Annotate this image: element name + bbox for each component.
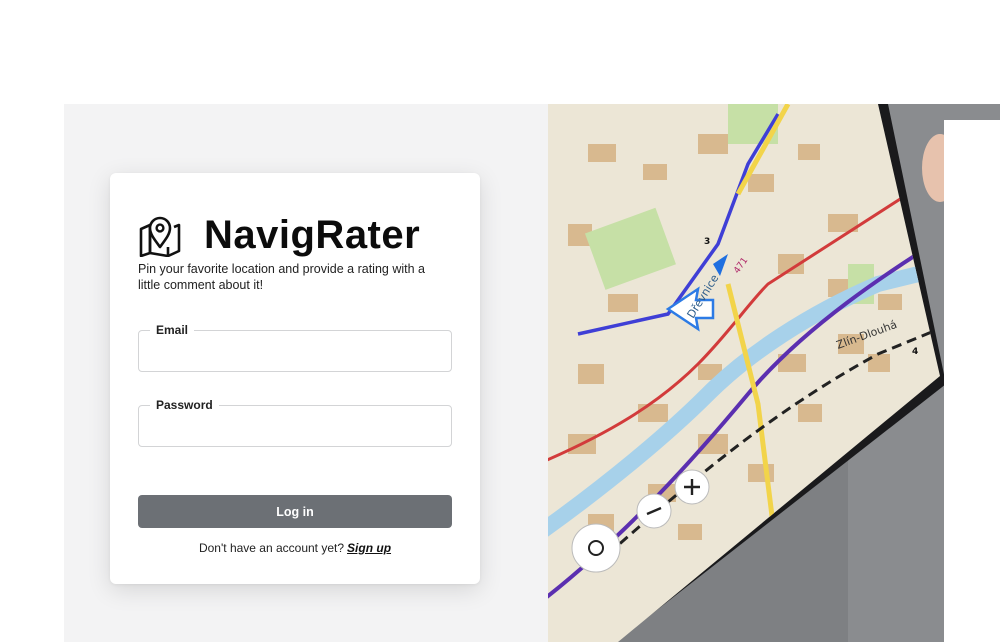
brand: NavigRater [138, 213, 420, 257]
signup-prompt: Don't have an account yet? [198, 541, 345, 555]
app-title: NavigRater [204, 212, 421, 257]
map-tablet-photo: Dřevnice Zlín-Dlouhá 471 3 4 [548, 104, 1000, 642]
map-label-marker-b: 4 [912, 347, 918, 357]
login-card: NavigRater Pin your favorite location an… [110, 173, 480, 584]
login-button[interactable]: Log in [138, 495, 452, 528]
signup-link[interactable]: Sign up [347, 541, 391, 555]
email-field[interactable]: Email [138, 322, 452, 372]
map-label-marker-a: 3 [704, 237, 710, 247]
map-pin-icon [139, 216, 181, 257]
app-tagline: Pin your favorite location and provide a… [138, 262, 425, 292]
zoom-in-button[interactable] [674, 469, 710, 505]
password-field[interactable]: Password [138, 397, 452, 447]
signup-row: Don't have an account yet? Sign up [110, 541, 480, 555]
locate-button[interactable] [571, 523, 621, 573]
email-input[interactable] [139, 331, 451, 371]
zoom-out-button[interactable] [636, 493, 672, 529]
password-input[interactable] [139, 406, 451, 446]
page-gutter [944, 120, 1000, 642]
